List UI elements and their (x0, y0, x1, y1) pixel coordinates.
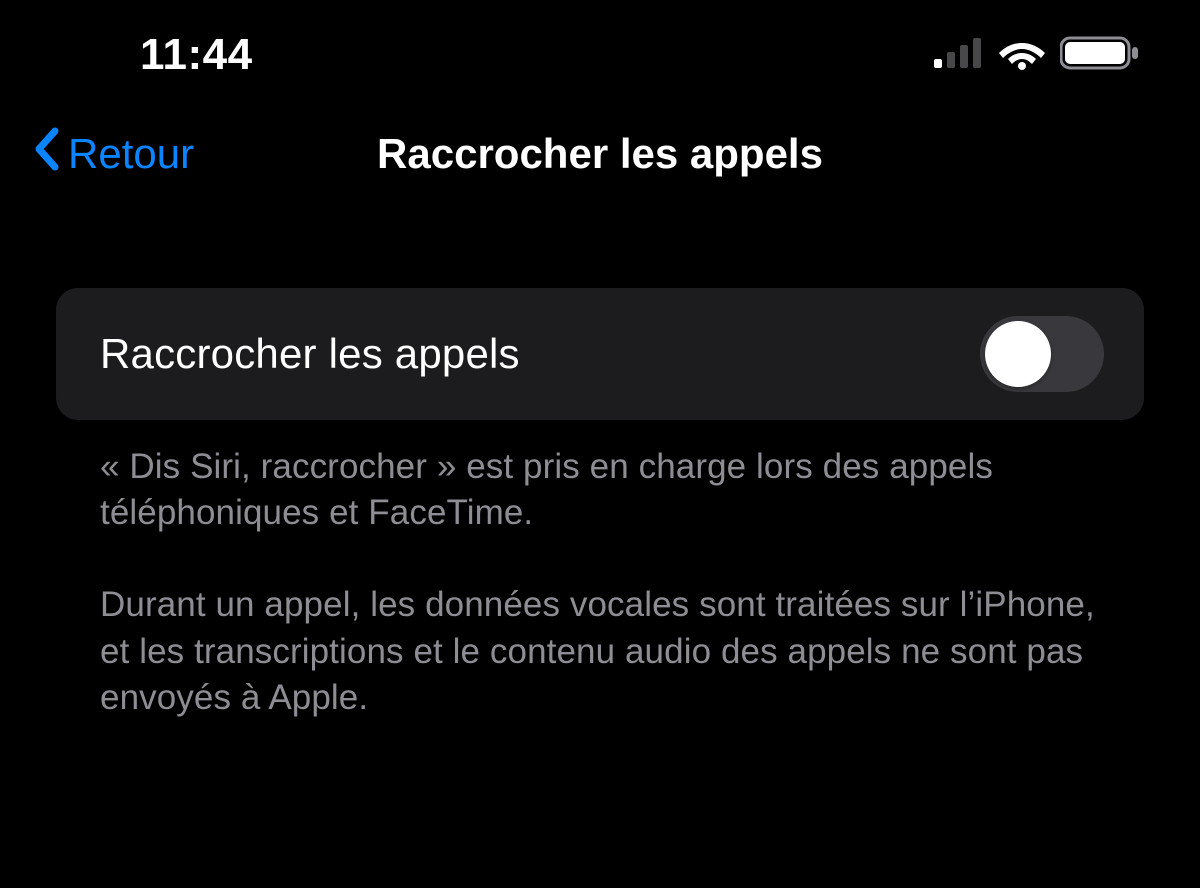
chevron-left-icon (32, 127, 62, 181)
cellular-signal-icon (934, 38, 984, 73)
setting-description: « Dis Siri, raccrocher » est pris en cha… (56, 420, 1144, 721)
setting-label: Raccrocher les appels (100, 330, 520, 378)
navigation-bar: Retour Raccrocher les appels (0, 110, 1200, 198)
toggle-hangup-calls[interactable] (980, 316, 1104, 392)
status-bar: 11:44 (0, 0, 1200, 110)
description-paragraph-2: Durant un appel, les données vocales son… (100, 582, 1100, 721)
back-button[interactable]: Retour (32, 127, 194, 181)
toggle-knob (985, 321, 1051, 387)
status-icons (934, 35, 1140, 76)
setting-row-hangup: Raccrocher les appels (56, 288, 1144, 420)
status-time: 11:44 (140, 30, 253, 80)
wifi-icon (998, 36, 1046, 75)
back-label: Retour (68, 130, 194, 178)
description-paragraph-1: « Dis Siri, raccrocher » est pris en cha… (100, 444, 1100, 536)
content-area: Raccrocher les appels « Dis Siri, raccro… (0, 198, 1200, 721)
battery-icon (1060, 35, 1140, 76)
